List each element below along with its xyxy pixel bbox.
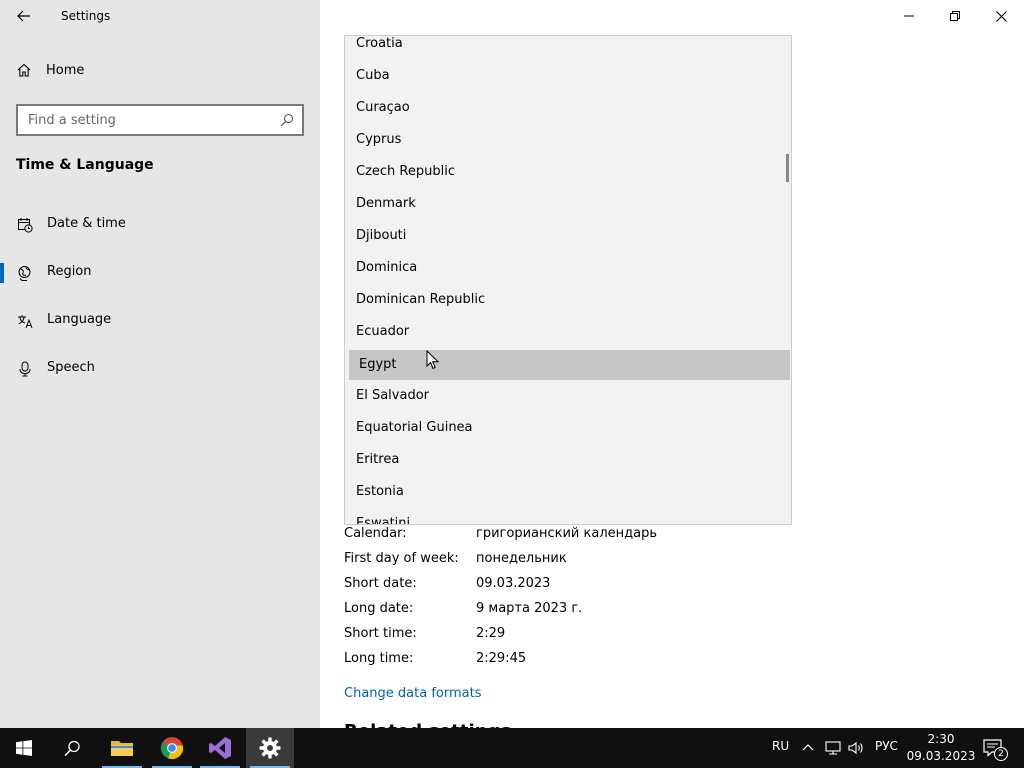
input-language-indicator[interactable]: RU — [772, 739, 789, 753]
related-settings-heading: Related settings — [344, 718, 511, 728]
chrome-button[interactable] — [148, 728, 196, 768]
format-label: First day of week: — [344, 551, 459, 566]
country-option[interactable]: Equatorial Guinea — [345, 413, 791, 443]
country-option[interactable]: El Salvador — [345, 381, 791, 411]
country-option[interactable]: Cyprus — [345, 125, 791, 155]
action-center-button[interactable]: 2 — [980, 728, 1020, 768]
format-value: григорианский календарь — [476, 526, 658, 541]
scrollbar-thumb[interactable] — [786, 154, 789, 182]
clock-time: 2:30 — [927, 732, 955, 746]
country-option-highlighted[interactable]: Egypt — [349, 350, 790, 380]
settings-taskbar-button[interactable] — [246, 728, 294, 768]
country-option[interactable]: Eritrea — [345, 445, 791, 475]
country-option[interactable]: Eswatini — [345, 509, 791, 524]
format-label: Long date: — [344, 601, 414, 616]
clock[interactable]: 2:30 09.03.2023 — [905, 728, 977, 768]
visual-studio-button[interactable] — [196, 728, 244, 768]
microphone-icon — [19, 361, 31, 377]
nav-item-label: Speech — [47, 360, 95, 375]
chevron-up-icon[interactable] — [802, 743, 814, 751]
taskbar-search-button[interactable] — [48, 728, 96, 768]
chrome-icon — [160, 737, 184, 760]
language-icon — [18, 315, 33, 329]
app-title: Settings — [61, 9, 111, 23]
country-option[interactable]: Curaçao — [345, 93, 791, 123]
search-icon — [63, 740, 80, 756]
format-label: Short time: — [344, 626, 417, 641]
country-option[interactable]: Denmark — [345, 189, 791, 219]
nav-item-label: Language — [47, 312, 112, 327]
close-button[interactable] — [978, 0, 1024, 32]
folder-icon — [111, 741, 133, 756]
restore-icon — [950, 11, 960, 21]
format-label: Long time: — [344, 651, 414, 666]
country-option[interactable]: Dominica — [345, 253, 791, 283]
nav-item-label: Region — [47, 264, 92, 279]
country-option[interactable]: Ecuador — [345, 317, 791, 347]
search-icon[interactable] — [280, 113, 294, 127]
notification-count-badge: 2 — [994, 747, 1008, 761]
back-button[interactable] — [8, 2, 40, 30]
volume-icon[interactable] — [848, 740, 864, 756]
home-label: Home — [46, 62, 85, 78]
nav-item-region[interactable]: Region — [0, 253, 320, 293]
country-option[interactable]: Czech Republic — [345, 157, 791, 187]
section-title: Time & Language — [16, 157, 154, 173]
back-arrow-icon — [17, 10, 30, 22]
home-nav-item[interactable]: Home — [16, 62, 84, 78]
visual-studio-icon — [209, 737, 231, 759]
minimize-button[interactable] — [886, 0, 932, 32]
format-label: Calendar: — [344, 526, 407, 541]
close-icon — [995, 10, 1007, 22]
change-data-formats-link[interactable]: Change data formats — [344, 686, 481, 701]
search-box[interactable] — [16, 104, 304, 136]
format-value: 9 марта 2023 г. — [476, 601, 583, 616]
restore-button[interactable] — [932, 0, 978, 32]
nav-item-label: Date & time — [47, 216, 126, 231]
country-option[interactable]: Dominican Republic — [345, 285, 791, 315]
mouse-cursor-icon — [426, 350, 439, 370]
format-value: понедельник — [476, 551, 567, 566]
search-input[interactable] — [28, 112, 280, 128]
minimize-icon — [904, 15, 914, 17]
country-option[interactable]: Djibouti — [345, 221, 791, 251]
country-option[interactable]: Estonia — [345, 477, 791, 507]
network-icon[interactable] — [825, 740, 841, 756]
format-value: 09.03.2023 — [476, 576, 551, 591]
country-option[interactable]: Cuba — [345, 61, 791, 91]
format-value: 2:29 — [476, 626, 506, 641]
calendar-clock-icon — [18, 218, 33, 233]
nav-item-date-time[interactable]: Date & time — [0, 205, 320, 245]
file-explorer-button[interactable] — [98, 728, 146, 768]
nav-item-language[interactable]: Language — [0, 301, 320, 341]
home-icon — [17, 63, 31, 77]
globe-icon — [18, 266, 31, 281]
country-option[interactable]: Croatia — [345, 36, 791, 59]
settings-sidebar: Settings Home Time & Language Date & tim… — [0, 0, 320, 728]
gear-icon — [259, 737, 281, 759]
windows-logo-icon — [16, 740, 32, 756]
keyboard-layout-indicator[interactable]: РУС — [875, 739, 898, 753]
country-dropdown-list[interactable]: Croatia Cuba Curaçao Cyprus Czech Republ… — [344, 35, 792, 525]
taskbar: RU РУС 2:30 09.03.2023 2 — [0, 728, 1024, 768]
format-label: Short date: — [344, 576, 417, 591]
clock-date: 09.03.2023 — [906, 749, 976, 763]
nav-item-speech[interactable]: Speech — [0, 349, 320, 389]
start-button[interactable] — [0, 728, 48, 768]
format-value: 2:29:45 — [476, 651, 527, 666]
